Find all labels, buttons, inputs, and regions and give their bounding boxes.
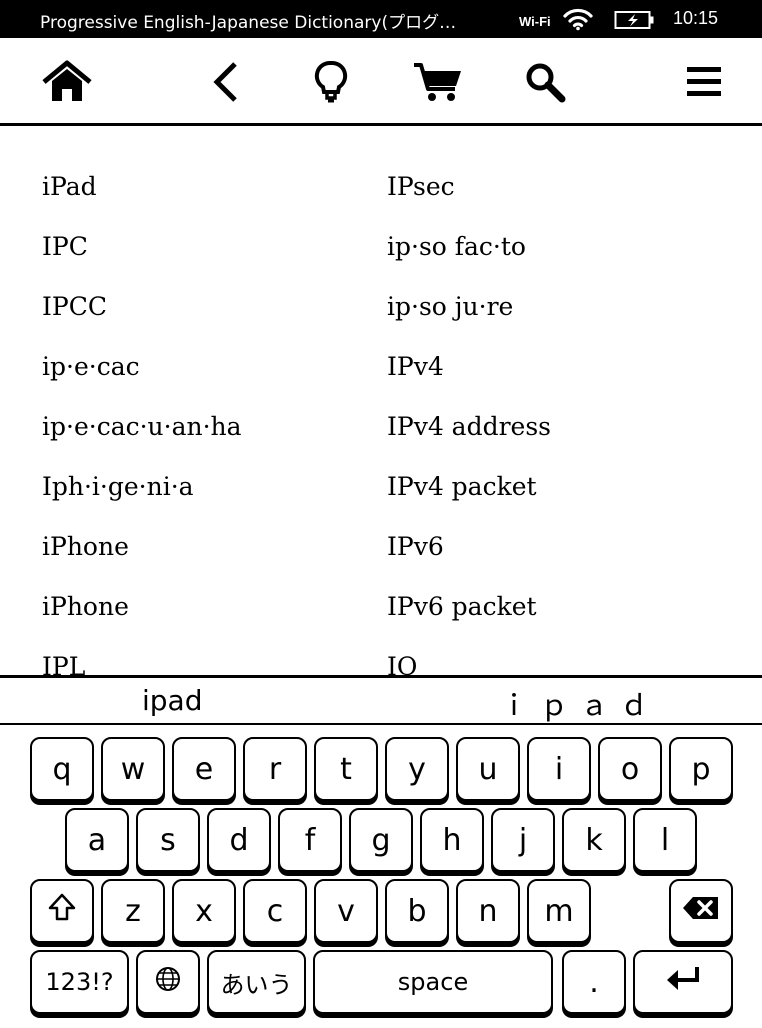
key-m[interactable]: m bbox=[527, 879, 591, 943]
key-g[interactable]: g bbox=[349, 808, 413, 872]
backspace-key[interactable] bbox=[669, 879, 733, 943]
key-h[interactable]: h bbox=[420, 808, 484, 872]
wifi-label: Wi-Fi bbox=[519, 14, 551, 29]
key-u[interactable]: u bbox=[456, 737, 520, 801]
globe-icon bbox=[155, 965, 181, 1000]
result-item[interactable]: IPv6 bbox=[387, 527, 551, 587]
search-results: iPad IPC IPCC ip·e·cac ip·e·cac·u·an·ha … bbox=[0, 127, 762, 675]
home-button[interactable] bbox=[40, 56, 94, 108]
result-item[interactable]: IPv6 packet bbox=[387, 587, 551, 647]
key-q[interactable]: q bbox=[30, 737, 94, 801]
key-e[interactable]: e bbox=[172, 737, 236, 801]
key-i[interactable]: i bbox=[527, 737, 591, 801]
key-p[interactable]: p bbox=[669, 737, 733, 801]
search-button[interactable] bbox=[518, 56, 572, 108]
candidate-bar: ipad ｉｐａｄ bbox=[0, 675, 762, 725]
results-column-left: iPad IPC IPCC ip·e·cac ip·e·cac·u·an·ha … bbox=[42, 167, 242, 675]
battery-charging-icon bbox=[614, 10, 656, 30]
home-icon bbox=[41, 60, 93, 104]
on-screen-keyboard: q w e r t y u i o p a s d f g h j k l z … bbox=[0, 725, 762, 1028]
enter-arrow-icon bbox=[664, 963, 702, 1001]
result-item[interactable]: ip·so fac·to bbox=[387, 227, 551, 287]
result-item[interactable]: Iph·i·ge·ni·a bbox=[42, 467, 242, 527]
result-item[interactable]: IPv4 bbox=[387, 347, 551, 407]
result-item[interactable]: IQ bbox=[387, 647, 551, 675]
clock: 10:15 bbox=[673, 8, 719, 28]
key-r[interactable]: r bbox=[243, 737, 307, 801]
result-item[interactable]: IPv4 packet bbox=[387, 467, 551, 527]
key-f[interactable]: f bbox=[278, 808, 342, 872]
results-column-right: IPsec ip·so fac·to ip·so ju·re IPv4 IPv4… bbox=[387, 167, 551, 675]
result-item[interactable]: ip·e·cac·u·an·ha bbox=[42, 407, 242, 467]
result-item[interactable]: iPhone bbox=[42, 527, 242, 587]
menu-icon bbox=[684, 62, 724, 102]
key-s[interactable]: s bbox=[136, 808, 200, 872]
result-item[interactable]: IPsec bbox=[387, 167, 551, 227]
chevron-left-icon bbox=[210, 60, 240, 104]
key-t[interactable]: t bbox=[314, 737, 378, 801]
wifi-icon bbox=[563, 7, 593, 31]
result-item[interactable]: IPL bbox=[42, 647, 242, 675]
key-z[interactable]: z bbox=[101, 879, 165, 943]
lightbulb-icon bbox=[314, 60, 348, 104]
kana-key[interactable]: あいう bbox=[207, 950, 306, 1014]
backspace-icon bbox=[681, 894, 721, 929]
key-w[interactable]: w bbox=[101, 737, 165, 801]
result-item[interactable]: ip·so ju·re bbox=[387, 287, 551, 347]
space-key[interactable]: space bbox=[313, 950, 553, 1014]
enter-key[interactable] bbox=[633, 950, 733, 1014]
result-item[interactable]: IPCC bbox=[42, 287, 242, 347]
key-d[interactable]: d bbox=[207, 808, 271, 872]
status-title: Progressive English-Japanese Dictionary(… bbox=[40, 13, 457, 33]
language-key[interactable] bbox=[136, 950, 200, 1014]
key-x[interactable]: x bbox=[172, 879, 236, 943]
key-l[interactable]: l bbox=[633, 808, 697, 872]
numbers-symbols-key[interactable]: 123!? bbox=[30, 950, 129, 1014]
result-item[interactable]: iPad bbox=[42, 167, 242, 227]
toolbar bbox=[0, 38, 762, 126]
key-j[interactable]: j bbox=[491, 808, 555, 872]
candidate-ipad[interactable]: ipad bbox=[142, 684, 202, 717]
key-o[interactable]: o bbox=[598, 737, 662, 801]
shift-arrow-icon bbox=[47, 892, 77, 930]
key-c[interactable]: c bbox=[243, 879, 307, 943]
period-key[interactable]: . bbox=[562, 950, 626, 1014]
menu-button[interactable] bbox=[677, 56, 731, 108]
vocabulary-builder-button[interactable] bbox=[304, 56, 358, 108]
cart-icon bbox=[412, 60, 464, 104]
key-b[interactable]: b bbox=[385, 879, 449, 943]
key-a[interactable]: a bbox=[65, 808, 129, 872]
status-bar: Progressive English-Japanese Dictionary(… bbox=[0, 0, 762, 38]
key-n[interactable]: n bbox=[456, 879, 520, 943]
candidate-fullwidth-ipad[interactable]: ｉｐａｄ bbox=[500, 684, 660, 724]
key-v[interactable]: v bbox=[314, 879, 378, 943]
result-item[interactable]: iPhone bbox=[42, 587, 242, 647]
shift-key[interactable] bbox=[30, 879, 94, 943]
store-button[interactable] bbox=[411, 56, 465, 108]
back-button[interactable] bbox=[198, 56, 252, 108]
result-item[interactable]: IPv4 address bbox=[387, 407, 551, 467]
key-k[interactable]: k bbox=[562, 808, 626, 872]
result-item[interactable]: ip·e·cac bbox=[42, 347, 242, 407]
search-icon bbox=[523, 60, 567, 104]
key-y[interactable]: y bbox=[385, 737, 449, 801]
result-item[interactable]: IPC bbox=[42, 227, 242, 287]
